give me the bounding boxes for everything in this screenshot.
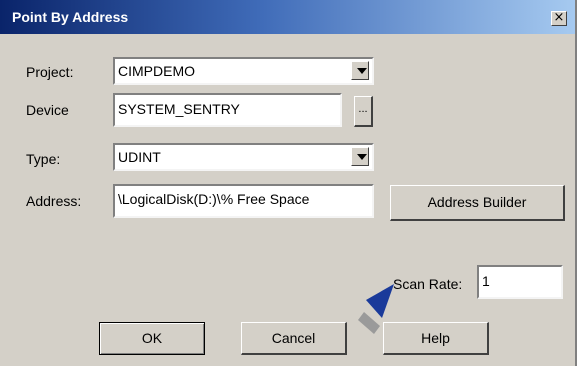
project-select[interactable]: CIMPDEMO xyxy=(113,57,374,85)
close-button[interactable]: × xyxy=(551,11,567,26)
project-dropdown-button[interactable] xyxy=(351,61,369,80)
point-by-address-dialog: Point By Address × Project: CIMPDEMO Dev… xyxy=(0,0,577,366)
project-label: Project: xyxy=(26,64,74,80)
address-builder-button[interactable]: Address Builder xyxy=(390,185,565,221)
ok-button[interactable]: OK xyxy=(99,322,205,355)
chevron-down-icon xyxy=(357,68,367,74)
project-value: CIMPDEMO xyxy=(118,63,195,79)
device-value: SYSTEM_SENTRY xyxy=(118,101,240,117)
type-select[interactable]: UDINT xyxy=(113,143,374,171)
type-value: UDINT xyxy=(118,149,161,165)
device-field[interactable]: SYSTEM_SENTRY xyxy=(113,93,342,127)
cancel-label: Cancel xyxy=(271,330,316,346)
ok-label: OK xyxy=(141,330,163,346)
close-icon: × xyxy=(553,10,565,25)
device-label: Device xyxy=(26,102,69,118)
address-builder-label: Address Builder xyxy=(427,194,527,210)
type-dropdown-button[interactable] xyxy=(351,147,369,166)
address-value: \LogicalDisk(D:)\% Free Space xyxy=(118,191,310,207)
help-button[interactable]: Help xyxy=(383,322,489,355)
chevron-down-icon xyxy=(357,154,367,160)
ellipsis-icon: ... xyxy=(358,103,368,115)
scan-rate-value: 1 xyxy=(482,273,490,289)
cancel-button[interactable]: Cancel xyxy=(241,322,347,355)
address-label: Address: xyxy=(26,193,82,209)
help-label: Help xyxy=(421,330,450,346)
device-browse-button[interactable]: ... xyxy=(354,96,373,127)
address-field[interactable]: \LogicalDisk(D:)\% Free Space xyxy=(113,184,374,218)
dialog-title: Point By Address xyxy=(12,9,129,25)
type-label: Type: xyxy=(26,151,61,167)
scan-rate-field[interactable]: 1 xyxy=(477,265,563,299)
title-bar: Point By Address × xyxy=(0,0,575,34)
